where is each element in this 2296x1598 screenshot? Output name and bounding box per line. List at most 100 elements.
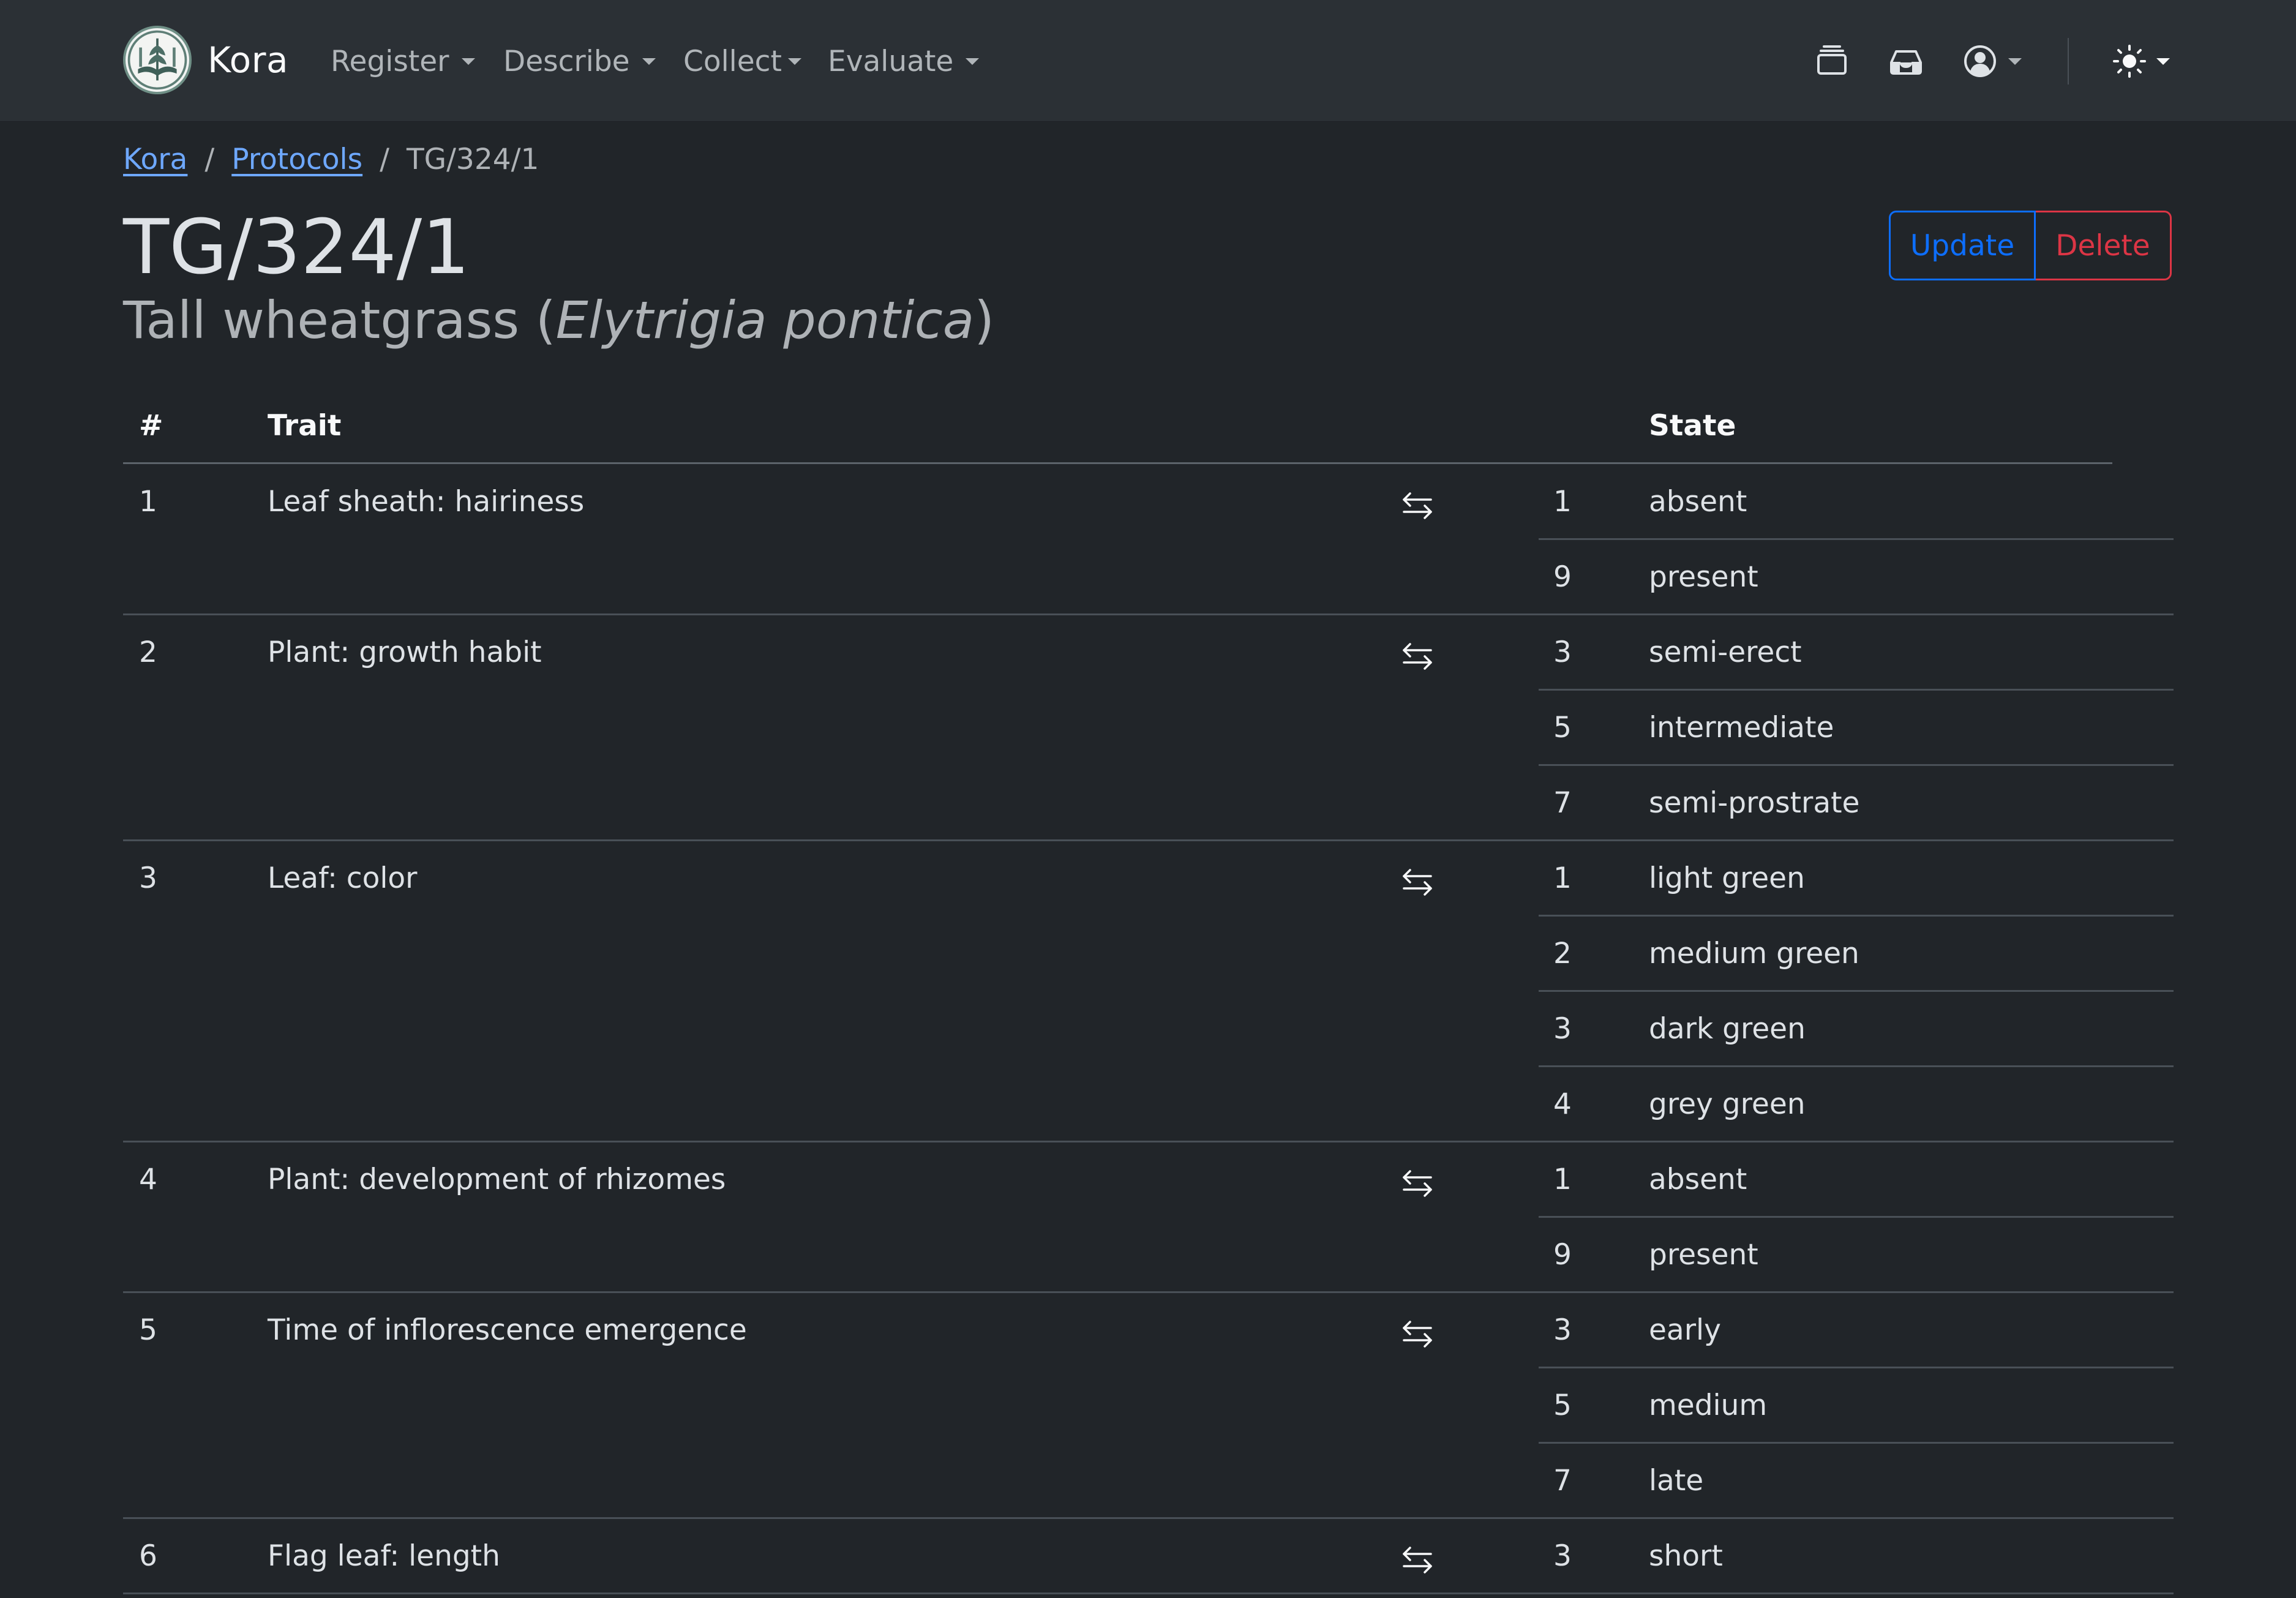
swap-arrows-icon[interactable] [1398,486,1437,525]
trait-number: 5 [139,1313,157,1347]
chevron-down-icon [2156,58,2170,65]
navbar-divider [2068,38,2069,84]
state-divider [1539,689,2174,691]
chevron-down-icon [2008,58,2022,65]
state-label: absent [1649,1163,1747,1196]
breadcrumb-home-link[interactable]: Kora [123,143,187,176]
state-code: 3 [1553,1012,1572,1046]
breadcrumb: Kora / Protocols / TG/324/1 [123,140,539,179]
state-label: present [1649,560,1758,594]
state-divider [1539,1442,2174,1444]
state-divider [1539,1065,2174,1067]
trait-number: 1 [139,485,157,519]
row-divider [123,1517,2174,1519]
state-label: early [1649,1313,1721,1347]
swap-arrows-icon [1403,643,1432,670]
chevron-down-icon [787,58,801,65]
state-label: semi-erect [1649,636,1802,669]
state-divider [1539,764,2174,766]
state-label: light green [1649,861,1805,895]
state-code: 1 [1553,861,1572,895]
state-code: 1 [1553,485,1572,519]
chevron-down-icon [642,58,656,65]
swap-arrows-icon [1403,869,1432,896]
state-label: short [1649,1539,1723,1573]
nav-collect-label: Collect [683,44,782,78]
state-code: 7 [1553,786,1572,820]
swap-arrows-icon[interactable] [1398,1540,1437,1580]
action-button-group: Update Delete [1889,211,2172,280]
state-label: absent [1649,485,1747,519]
trait-name: Leaf sheath: hairiness [268,485,585,519]
state-code: 3 [1553,636,1572,669]
swap-arrows-icon[interactable] [1398,1315,1437,1354]
nav-register-label: Register [331,44,449,78]
page-title: TG/324/1 [123,204,470,291]
trait-number: 3 [139,861,157,895]
swap-arrows-icon [1403,492,1432,519]
state-code: 3 [1553,1539,1572,1573]
state-label: late [1649,1464,1704,1498]
subtitle-close-paren: ) [974,290,995,350]
table-header-divider [123,462,2112,464]
state-code: 7 [1553,1464,1572,1498]
state-code: 4 [1553,1087,1572,1121]
state-divider [1539,1367,2174,1368]
trait-name: Plant: development of rhizomes [268,1163,726,1196]
trait-name: Leaf: color [268,861,418,895]
row-divider [123,613,2174,615]
swap-arrows-icon [1403,1321,1432,1348]
state-code: 5 [1553,711,1572,745]
state-code: 9 [1553,560,1572,594]
nav-collect-dropdown[interactable]: Collect [683,42,801,81]
brand-name: Kora [208,39,289,81]
user-menu-dropdown[interactable] [1962,43,2030,80]
swap-arrows-icon[interactable] [1398,1164,1437,1203]
trait-name: Time of inflorescence emergence [268,1313,747,1347]
trait-name: Flag leaf: length [268,1539,500,1573]
delete-button[interactable]: Delete [2036,211,2172,280]
update-button[interactable]: Update [1889,211,2036,280]
state-label: medium [1649,1389,1768,1422]
swap-arrows-icon [1403,1170,1432,1197]
state-label: intermediate [1649,711,1834,745]
state-divider [1539,990,2174,992]
row-divider [123,1141,2174,1142]
state-divider [1539,915,2174,917]
breadcrumb-protocols-link[interactable]: Protocols [231,143,362,176]
brand-link[interactable]: Kora [123,24,288,96]
stack-icon[interactable] [1814,43,1850,80]
breadcrumb-current: TG/324/1 [406,142,539,176]
trait-number: 4 [139,1163,157,1196]
trait-name: Plant: growth habit [268,636,542,669]
state-label: grey green [1649,1087,1806,1121]
breadcrumb-separator: / [204,142,215,176]
state-code: 3 [1553,1313,1572,1347]
nav-describe-dropdown[interactable]: Describe [503,42,656,81]
row-divider [123,839,2174,841]
kora-logo-icon [123,26,192,94]
state-divider [1539,538,2174,540]
top-navbar: Kora Register Describe Collect Evaluate [0,0,2296,122]
state-code: 2 [1553,937,1572,970]
state-label: dark green [1649,1012,1806,1046]
chevron-down-icon [461,58,475,65]
inbox-icon[interactable] [1888,43,1924,80]
nav-evaluate-dropdown[interactable]: Evaluate [828,42,980,81]
swap-arrows-icon[interactable] [1398,637,1437,676]
state-code: 5 [1553,1389,1572,1422]
nav-register-dropdown[interactable]: Register [331,42,475,81]
swap-arrows-icon[interactable] [1398,863,1437,902]
sun-icon [2113,45,2146,78]
nav-describe-label: Describe [503,44,630,78]
theme-toggle-dropdown[interactable] [2111,43,2175,80]
row-divider [123,1291,2174,1293]
column-header-number: # [139,409,163,443]
page-subtitle: Tall wheatgrass (Elytrigia pontica) [123,287,994,354]
state-label: semi-prostrate [1649,786,1860,820]
swap-arrows-icon [1403,1547,1432,1574]
state-code: 1 [1553,1163,1572,1196]
row-divider [123,1592,2174,1594]
state-label: medium green [1649,937,1859,970]
state-label: present [1649,1238,1758,1272]
